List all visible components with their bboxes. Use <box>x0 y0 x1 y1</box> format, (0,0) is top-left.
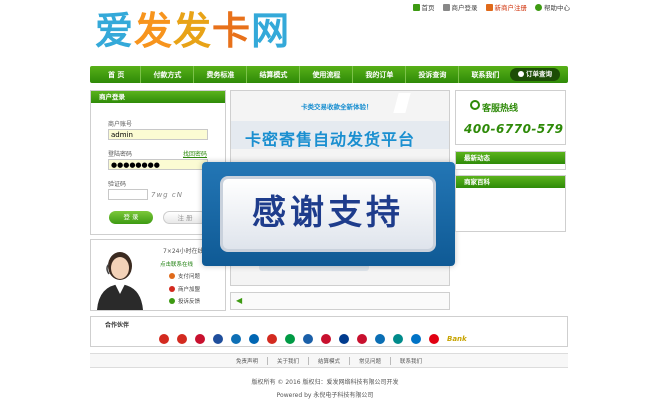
captcha-image[interactable]: 7wg cN <box>151 189 183 201</box>
footer-link-settlement[interactable]: 结算模式 <box>309 356 350 365</box>
nav-item-contact[interactable]: 联系我们 <box>459 66 511 83</box>
hotline-number: 400-6770-579 <box>464 122 564 136</box>
nav-item-process[interactable]: 使用流程 <box>300 66 354 83</box>
bank-logo-icon[interactable] <box>159 334 169 344</box>
thank-you-overlay: 感谢支持 <box>202 162 455 266</box>
bank-logo-icon[interactable] <box>357 334 367 344</box>
support-item-payment[interactable]: 支付问题 <box>169 272 200 280</box>
nav-item-my-orders[interactable]: 我的订单 <box>353 66 407 83</box>
site-logo[interactable]: 爱发发卡网 <box>95 8 290 54</box>
partners-box: 合作伙伴 Bank <box>90 316 568 347</box>
support-agent-avatar <box>97 252 143 310</box>
nav-item-fees[interactable]: 费务标准 <box>194 66 248 83</box>
password-input[interactable] <box>108 159 208 170</box>
account-input[interactable] <box>108 129 208 140</box>
nav-item-home[interactable]: 首 页 <box>90 66 142 83</box>
merchant-wiki-box: 商家百科 <box>455 175 566 232</box>
nav-item-complaints[interactable]: 投诉查询 <box>406 66 460 83</box>
bank-logo-icon[interactable] <box>303 334 313 344</box>
login-panel-title: 商户登录 <box>91 91 225 103</box>
nav-item-settlement[interactable]: 结算模式 <box>247 66 301 83</box>
nav-item-payment[interactable]: 付款方式 <box>141 66 195 83</box>
bank-logo-text[interactable]: Bank <box>447 335 467 343</box>
hotline-title: 客服热线 <box>482 104 519 114</box>
bank-logo-icon[interactable] <box>177 334 187 344</box>
captcha-input[interactable] <box>108 189 148 200</box>
wiki-title[interactable]: 商家百科 <box>456 176 565 188</box>
logo-char: 发 <box>134 8 174 53</box>
register-button[interactable]: 注 册 <box>163 211 207 224</box>
password-label: 登陆密码 <box>108 151 133 158</box>
footer-link-contact[interactable]: 联系我们 <box>391 357 431 365</box>
bank-logo-icon[interactable] <box>429 334 439 344</box>
bank-logo-icon[interactable] <box>285 334 295 344</box>
speaker-icon[interactable]: ◀ <box>236 297 244 305</box>
logo-char: 卡 <box>212 8 252 53</box>
bank-logo-icon[interactable] <box>411 334 421 344</box>
bank-logo-icon[interactable] <box>267 334 277 344</box>
support-item-feedback[interactable]: 投诉反馈 <box>169 297 200 305</box>
bank-logo-icon[interactable] <box>249 334 259 344</box>
bank-logo-icon[interactable] <box>213 334 223 344</box>
merchant-register-link[interactable]: 新商户注册 <box>485 2 527 12</box>
home-icon <box>412 3 420 11</box>
account-label: 商户账号 <box>108 121 133 128</box>
merchant-login-link[interactable]: 商户登录 <box>442 2 478 12</box>
bank-logo-icon[interactable] <box>231 334 241 344</box>
logo-char: 网 <box>251 8 291 53</box>
logo-char: 发 <box>173 8 213 53</box>
bank-logo-icon[interactable] <box>321 334 331 344</box>
help-icon <box>535 3 542 11</box>
bullet-icon <box>169 273 175 279</box>
order-query-button[interactable]: 订单查询 <box>510 68 560 81</box>
footer-link-about[interactable]: 关于我们 <box>268 356 309 365</box>
partners-title: 合作伙伴 <box>105 322 130 329</box>
main-nav: 首 页 付款方式 费务标准 结算模式 使用流程 我的订单 投诉查询 联系我们 订… <box>90 66 568 83</box>
forgot-password-link[interactable]: 找回密码 <box>183 149 207 158</box>
logo-char: 爱 <box>95 8 135 53</box>
top-utility-links: 首页 商户登录 新商户注册 帮助中心 <box>412 2 570 12</box>
banner-tagline: 卡类交易收款全新体验！ <box>301 103 373 111</box>
banner-headline: 卡密寄售自动发货平台 <box>245 130 416 149</box>
headset-icon <box>470 100 480 110</box>
support-online-link[interactable]: 点击联系在线 <box>160 260 193 268</box>
bank-logo-icon[interactable] <box>393 334 403 344</box>
audio-bar: ◀ <box>230 292 450 310</box>
thank-you-text: 感谢支持 <box>220 176 436 252</box>
support-title: 7×24小时在线 <box>163 248 204 255</box>
captcha-label: 验证码 <box>108 181 127 188</box>
partner-logos: Bank <box>159 334 467 344</box>
bank-logo-icon[interactable] <box>195 334 205 344</box>
support-item-join[interactable]: 商户加盟 <box>169 285 200 293</box>
news-title[interactable]: 最新动态 <box>456 152 565 164</box>
help-center-link[interactable]: 帮助中心 <box>535 2 570 12</box>
footer-link-disclaimer[interactable]: 免责声明 <box>227 356 268 365</box>
lock-icon <box>485 3 493 11</box>
login-button[interactable]: 登 录 <box>109 211 153 224</box>
bullet-icon <box>169 286 175 292</box>
powered-by-text: Powered by 永倪电子科技有限公司 <box>276 392 374 399</box>
banner-decoration <box>393 93 411 113</box>
news-box: 最新动态 <box>455 151 566 170</box>
footer-links: 免责声明 关于我们 结算模式 常见问题 联系我们 <box>90 353 568 368</box>
copyright-text: 版权所有 © 2016 版权归：爱发网络科技有限公司开发 <box>251 379 399 386</box>
bank-logo-icon[interactable] <box>375 334 385 344</box>
bullet-icon <box>169 298 175 304</box>
hotline-box: 客服热线 400-6770-579 <box>455 90 566 145</box>
search-icon <box>518 71 524 77</box>
user-icon <box>442 3 450 11</box>
bank-logo-icon[interactable] <box>339 334 349 344</box>
footer-link-faq[interactable]: 常见问题 <box>350 356 392 365</box>
home-link[interactable]: 首页 <box>412 2 435 12</box>
